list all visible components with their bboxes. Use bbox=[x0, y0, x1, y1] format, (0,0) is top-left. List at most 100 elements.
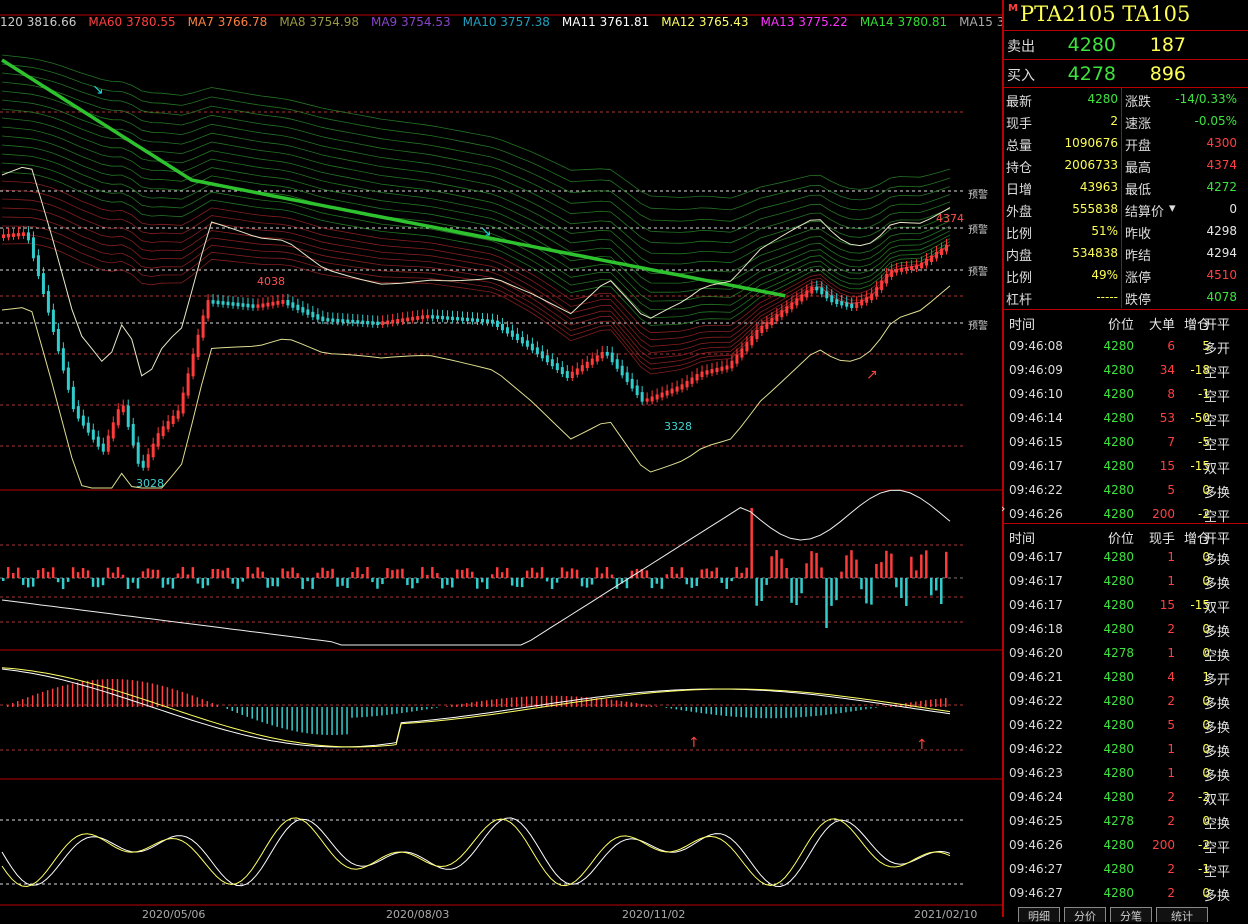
trade-size: 34 bbox=[1138, 363, 1175, 377]
trade-row[interactable]: 09:46:27428020多换 bbox=[1004, 882, 1248, 906]
trade-time: 09:46:18 bbox=[1009, 622, 1063, 636]
candle bbox=[27, 232, 30, 240]
volume-bar bbox=[686, 578, 689, 584]
tab-price[interactable]: 分价 bbox=[1064, 907, 1106, 922]
tab-stats[interactable]: 统计 bbox=[1156, 907, 1208, 922]
col-price: 价位 bbox=[1088, 314, 1134, 333]
trade-row[interactable]: 09:46:17428010多换 bbox=[1004, 546, 1248, 570]
trade-price: 4280 bbox=[1088, 435, 1134, 449]
candle bbox=[481, 319, 484, 322]
trade-row[interactable]: 09:46:09428034-18空平 bbox=[1004, 359, 1248, 383]
macd-bar bbox=[481, 701, 483, 707]
chart-area[interactable]: ↘↘↗↑↑ 120 3816.66MA60 3780.55MA7 3766.78… bbox=[0, 0, 1002, 917]
macd-bar bbox=[526, 696, 528, 707]
contract-title[interactable]: PTA2105 TA105 bbox=[1020, 2, 1190, 26]
trade-row[interactable]: 09:46:22428050多换 bbox=[1004, 714, 1248, 738]
macd-bar bbox=[725, 707, 727, 716]
macd-bar bbox=[461, 704, 463, 707]
volume-bar bbox=[576, 570, 579, 578]
trade-row[interactable]: 09:46:2742802-1空平 bbox=[1004, 858, 1248, 882]
candle bbox=[905, 267, 908, 271]
candle bbox=[77, 406, 80, 418]
stat-label: 跌停 bbox=[1125, 289, 1151, 308]
candle bbox=[361, 321, 364, 324]
trade-row[interactable]: 09:46:1542807-5空平 bbox=[1004, 431, 1248, 455]
candle bbox=[291, 302, 294, 307]
ma-line bbox=[2, 82, 950, 232]
candle bbox=[162, 426, 165, 436]
macd-bar bbox=[676, 707, 678, 709]
trade-row[interactable]: 09:46:23428010多换 bbox=[1004, 762, 1248, 786]
candle bbox=[406, 318, 409, 322]
macd-bar bbox=[920, 701, 922, 707]
candle bbox=[117, 409, 120, 425]
candle bbox=[426, 315, 429, 318]
trade-row[interactable]: 09:46:1042808-1空平 bbox=[1004, 383, 1248, 407]
volume-bar bbox=[890, 554, 893, 578]
trade-row[interactable]: 09:46:20427810空换 bbox=[1004, 642, 1248, 666]
candle bbox=[182, 393, 185, 414]
kline-chart[interactable]: ↘↘↗↑↑ bbox=[0, 0, 1002, 917]
trade-row[interactable]: 09:46:17428015-15双平 bbox=[1004, 594, 1248, 618]
candle bbox=[810, 287, 813, 294]
alert-label[interactable]: 预警 bbox=[968, 317, 988, 332]
candle bbox=[261, 304, 264, 308]
candle bbox=[2, 234, 5, 238]
trade-type: 多换 bbox=[1204, 573, 1230, 592]
volume-bar bbox=[87, 570, 90, 578]
macd-bar bbox=[626, 702, 628, 707]
trade-row[interactable]: 09:46:22428050多换 bbox=[1004, 479, 1248, 503]
tab-detail[interactable]: 明细 bbox=[1018, 907, 1060, 922]
ma-legend-value: 3780.55 bbox=[126, 15, 176, 29]
tab-tick[interactable]: 分笔 bbox=[1110, 907, 1152, 922]
trade-row[interactable]: 09:46:22428010多换 bbox=[1004, 738, 1248, 762]
macd-bar bbox=[381, 707, 383, 715]
candle bbox=[271, 302, 274, 306]
macd-bar bbox=[102, 679, 104, 707]
trade-row[interactable]: 09:46:08428065多开 bbox=[1004, 335, 1248, 359]
trade-type: 多换 bbox=[1204, 482, 1230, 501]
volume-bar bbox=[361, 574, 364, 578]
trade-type: 多开 bbox=[1204, 669, 1230, 688]
ma-line bbox=[2, 235, 950, 369]
volume-bar bbox=[157, 570, 160, 578]
ask-price: 4280 bbox=[1064, 34, 1116, 56]
volume-bar bbox=[880, 562, 883, 578]
stat-row: 开盘4300 bbox=[1125, 133, 1237, 154]
candle bbox=[671, 389, 674, 394]
volume-bar bbox=[446, 578, 449, 585]
candle bbox=[596, 355, 599, 361]
candle bbox=[661, 393, 664, 398]
volume-bar bbox=[102, 578, 105, 585]
trade-row[interactable]: 09:46:25427820空换 bbox=[1004, 810, 1248, 834]
trade-row[interactable]: 09:46:14428053-50空平 bbox=[1004, 407, 1248, 431]
candle bbox=[850, 304, 853, 308]
trade-price: 4280 bbox=[1088, 742, 1134, 756]
trade-row[interactable]: 09:46:2442802-2双平 bbox=[1004, 786, 1248, 810]
divider bbox=[1004, 87, 1248, 88]
alert-label[interactable]: 预警 bbox=[968, 263, 988, 278]
volume-bar bbox=[67, 578, 70, 582]
divider bbox=[1121, 88, 1122, 308]
trade-row[interactable]: 09:46:22428020多换 bbox=[1004, 690, 1248, 714]
ma-legend-value: 3780.81 bbox=[897, 15, 947, 29]
dropdown-icon[interactable]: ▾ bbox=[1169, 201, 1176, 216]
alert-label[interactable]: 预警 bbox=[968, 221, 988, 236]
trade-size: 1 bbox=[1138, 742, 1175, 756]
candle bbox=[147, 454, 150, 468]
macd-bar bbox=[271, 707, 273, 725]
alert-label[interactable]: 预警 bbox=[968, 186, 988, 201]
stat-row: 最新4280 bbox=[1006, 89, 1118, 110]
trade-row[interactable]: 09:46:21428041多开 bbox=[1004, 666, 1248, 690]
candle bbox=[157, 433, 160, 447]
trade-row[interactable]: 09:46:264280200-2空平 bbox=[1004, 834, 1248, 858]
stat-label: 内盘 bbox=[1006, 245, 1032, 264]
trade-row[interactable]: 09:46:18428020多换 bbox=[1004, 618, 1248, 642]
ask-row[interactable]: 卖出 4280 187 bbox=[1004, 32, 1248, 58]
bid-row[interactable]: 买入 4278 896 bbox=[1004, 61, 1248, 87]
macd-bar bbox=[142, 682, 144, 707]
trade-time: 09:46:17 bbox=[1009, 574, 1063, 588]
trade-row[interactable]: 09:46:17428010多换 bbox=[1004, 570, 1248, 594]
trade-row[interactable]: 09:46:17428015-15双平 bbox=[1004, 455, 1248, 479]
date-label: 2021/02/10 bbox=[914, 908, 977, 921]
